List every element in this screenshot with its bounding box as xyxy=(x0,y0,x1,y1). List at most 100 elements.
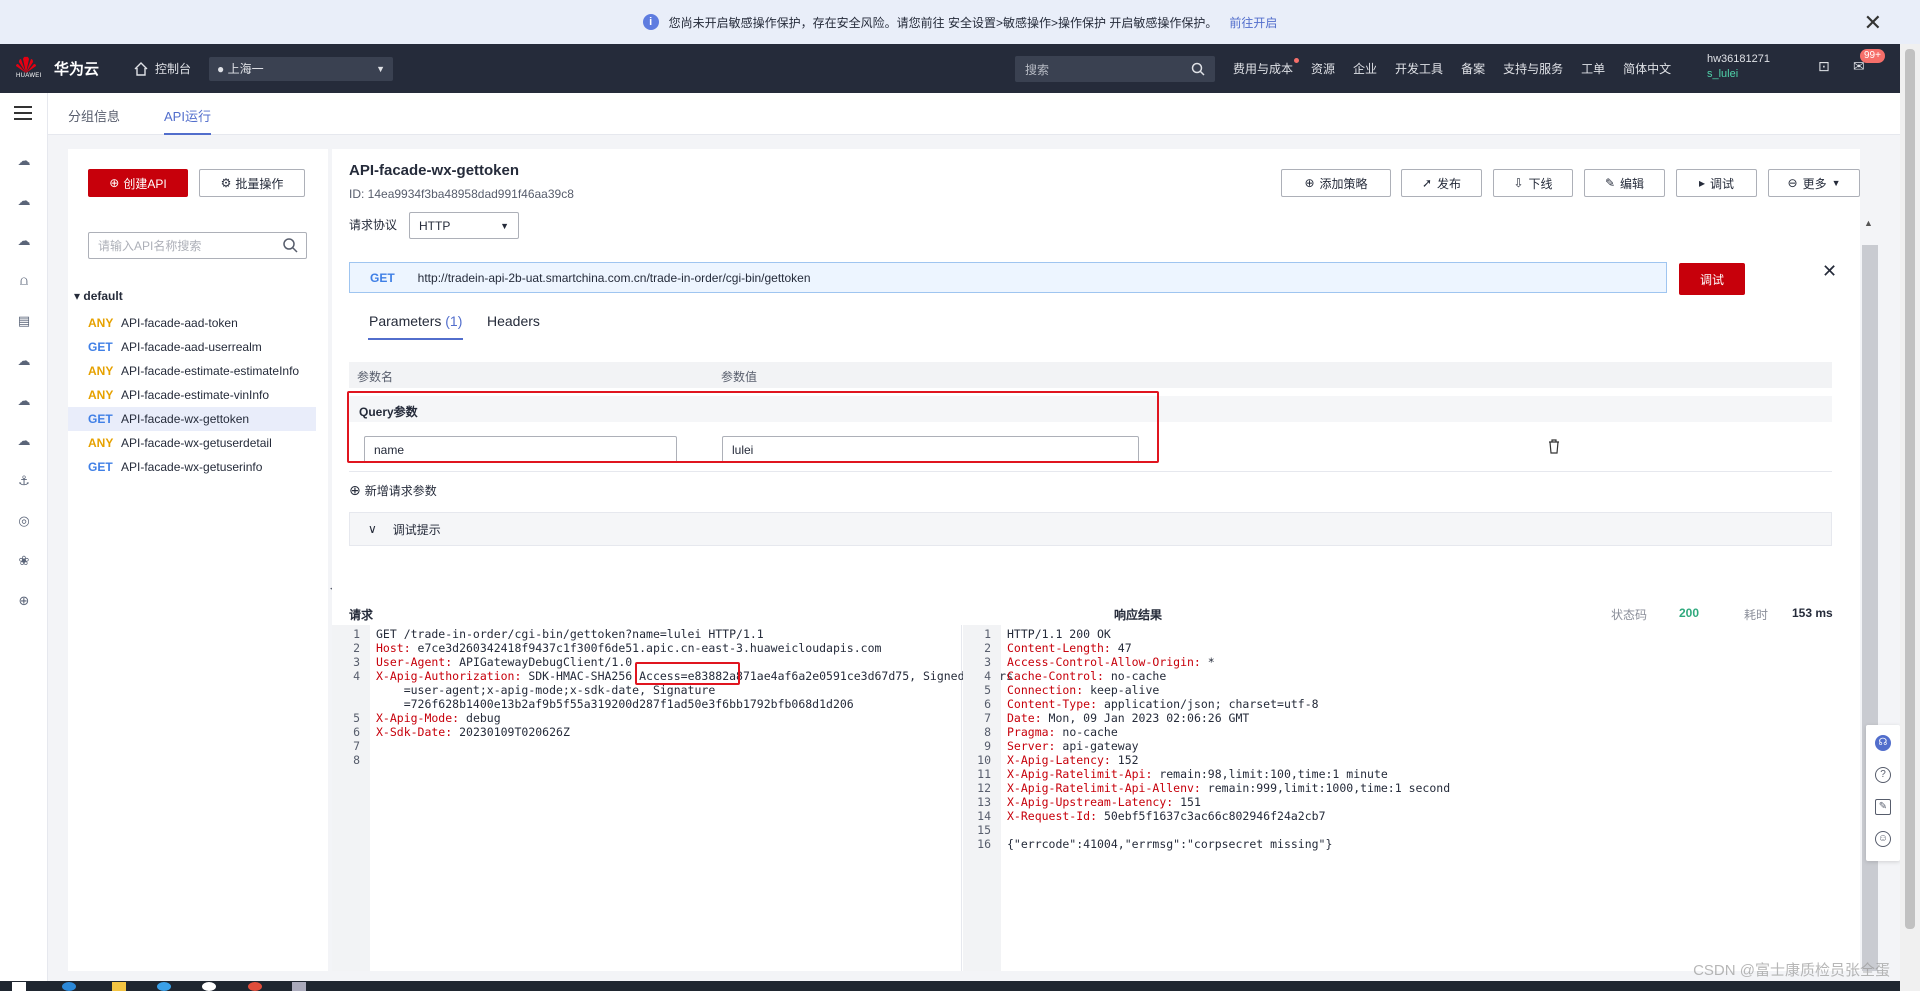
edit-button[interactable]: ✎ 编辑 xyxy=(1584,169,1665,197)
add-param-label: 新增请求参数 xyxy=(364,484,437,498)
user-name: hw36181271 xyxy=(1707,53,1771,65)
api-detail-panel: API-facade-wx-gettoken ID: 14ea9934f3ba4… xyxy=(332,149,1860,971)
huawei-logo[interactable]: HUAWEI xyxy=(12,55,41,83)
hamburger-menu-icon[interactable] xyxy=(14,106,32,120)
smiley-icon[interactable]: ☺ xyxy=(1875,831,1891,847)
cloud-service-icon[interactable]: ☁ xyxy=(15,192,33,210)
api-list-item[interactable]: GET API-facade-wx-getuserinfo xyxy=(68,455,316,479)
terminal-icon[interactable]: ⊡ xyxy=(1818,58,1830,75)
chrome-icon[interactable] xyxy=(248,982,262,991)
nav-link-devtools[interactable]: 开发工具 xyxy=(1395,60,1443,77)
nav-link-language[interactable]: 简体中文 xyxy=(1623,60,1671,77)
tab-headers[interactable]: Headers xyxy=(487,313,540,329)
line-number: 16 xyxy=(977,837,991,851)
app-icon[interactable] xyxy=(292,982,306,991)
globe-icon[interactable]: ⊕ xyxy=(15,592,33,610)
help-icon[interactable]: ? xyxy=(1875,767,1891,783)
tab-api-run[interactable]: API运行 xyxy=(164,106,211,135)
protocol-select[interactable]: HTTP ▼ xyxy=(409,212,519,239)
api-list-item[interactable]: ANY API-facade-aad-token xyxy=(68,311,316,335)
document-icon[interactable]: ▤ xyxy=(15,312,33,330)
nav-link-ticket[interactable]: 工单 xyxy=(1581,60,1605,77)
browser-scrollbar-thumb[interactable] xyxy=(1905,49,1915,929)
more-icon: ⊖ xyxy=(1787,176,1798,190)
api-list-item[interactable]: ANY API-facade-wx-getuserdetail xyxy=(68,431,316,455)
header-value: no-cache xyxy=(1103,669,1167,683)
batch-operation-button[interactable]: ⚙ 批量操作 xyxy=(199,169,305,197)
api-name: API-facade-wx-gettoken xyxy=(121,412,250,426)
header-value: remain:98,limit:100,time:1 minute xyxy=(1152,767,1388,781)
search-icon[interactable] xyxy=(1191,62,1205,76)
api-group-default[interactable]: ▾ default xyxy=(74,289,123,303)
customer-service-icon[interactable]: ☊ xyxy=(1875,735,1891,751)
play-icon: ▸ xyxy=(1698,176,1705,190)
header-key: User-Agent: xyxy=(376,655,453,669)
search-app-icon[interactable] xyxy=(157,982,171,991)
nav-link-filing[interactable]: 备案 xyxy=(1461,60,1485,77)
notice-enable-link[interactable]: 前往开启 xyxy=(1229,14,1277,31)
cloud-service-icon[interactable]: ☁ xyxy=(15,352,33,370)
debug-tips-panel[interactable]: ∨ 调试提示 xyxy=(349,512,1832,546)
create-api-button[interactable]: ⊕ 创建API xyxy=(88,169,188,197)
search-icon[interactable] xyxy=(282,237,298,253)
cloud-service-icon[interactable]: ☁ xyxy=(15,232,33,250)
console-link[interactable]: 控制台 xyxy=(133,60,191,77)
edge-icon[interactable] xyxy=(62,982,76,991)
app-icon[interactable] xyxy=(202,982,216,991)
api-list-item[interactable]: ANY API-facade-estimate-vinInfo xyxy=(68,383,316,407)
bridge-icon[interactable]: ⩍ xyxy=(15,272,33,290)
debug-button[interactable]: 调试 xyxy=(1679,263,1745,295)
cloud-service-icon[interactable]: ☁ xyxy=(15,432,33,450)
line-number: 1 xyxy=(353,627,360,641)
line-number: 12 xyxy=(977,781,991,795)
feedback-icon[interactable]: ✎ xyxy=(1875,799,1891,815)
add-param-link[interactable]: ⊕ 新增请求参数 xyxy=(349,482,437,499)
publish-button[interactable]: ➚ 发布 xyxy=(1401,169,1482,197)
api-search-input[interactable] xyxy=(88,232,307,259)
user-menu[interactable]: hw36181271 s_lulei xyxy=(1707,52,1770,82)
code-line: Host: e7ce3d260342418f9437c1f300f6de51.a… xyxy=(376,641,881,655)
browser-scrollbar[interactable] xyxy=(1900,44,1920,991)
scroll-up-icon[interactable]: ▲ xyxy=(1864,218,1873,228)
region-selector[interactable]: ● 上海一 ▼ xyxy=(209,56,394,81)
trash-icon[interactable] xyxy=(1547,439,1561,454)
request-url-bar[interactable]: GET http://tradein-api-2b-uat.smartchina… xyxy=(349,262,1667,293)
api-list-item[interactable]: GET API-facade-aad-userrealm xyxy=(68,335,316,359)
api-list-item[interactable]: GET API-facade-wx-gettoken xyxy=(68,407,316,431)
debug-action-button[interactable]: ▸ 调试 xyxy=(1676,169,1757,197)
nav-link-billing[interactable]: 费用与成本 xyxy=(1233,58,1300,77)
cloud-service-icon[interactable]: ☁ xyxy=(15,152,33,170)
scrollbar-thumb[interactable] xyxy=(1862,245,1878,971)
folder-icon[interactable] xyxy=(112,982,126,991)
header-key: X-Request-Id: xyxy=(1007,809,1098,823)
close-icon[interactable]: ✕ xyxy=(1864,10,1882,36)
nav-link-resources[interactable]: 资源 xyxy=(1311,60,1335,77)
more-button[interactable]: ⊖ 更多 ▼ xyxy=(1768,169,1860,197)
response-code-pane[interactable]: 1 HTTP/1.1 200 OK 2 Content-Length: 47 3 Acce… xyxy=(963,625,1860,971)
api-method-badge: ANY xyxy=(88,364,114,378)
home-icon xyxy=(134,61,148,76)
add-policy-button[interactable]: ⊕ 添加策略 xyxy=(1281,169,1391,197)
ship-icon[interactable]: ⚓ xyxy=(15,472,33,490)
cluster-icon[interactable]: ❀ xyxy=(15,552,33,570)
code-line: X-Apig-Ratelimit-Api: remain:98,limit:10… xyxy=(1007,767,1388,781)
api-list-item[interactable]: ANY API-facade-estimate-estimateInfo xyxy=(68,359,316,383)
nav-links: 费用与成本 资源 企业 开发工具 备案 支持与服务 工单 简体中文 xyxy=(1233,44,1671,93)
elapsed-value: 153 ms xyxy=(1792,606,1833,620)
offline-button[interactable]: ⇩ 下线 xyxy=(1493,169,1573,197)
global-search[interactable]: 搜索 xyxy=(1015,56,1215,82)
cloud-service-icon[interactable]: ☁ xyxy=(15,392,33,410)
page-tabs: 分组信息 API运行 xyxy=(48,93,1900,135)
circle-service-icon[interactable]: ◎ xyxy=(15,512,33,530)
header-key: Date: xyxy=(1007,711,1042,725)
tab-group-info[interactable]: 分组信息 xyxy=(68,106,120,125)
tab-parameters[interactable]: Parameters (1) xyxy=(367,313,464,340)
brand-name[interactable]: 华为云 xyxy=(54,58,99,79)
line-number: 5 xyxy=(353,711,360,725)
nav-link-enterprise[interactable]: 企业 xyxy=(1353,60,1377,77)
windows-start-icon[interactable] xyxy=(12,982,26,991)
gear-icon: ⚙ xyxy=(220,176,232,190)
nav-link-support[interactable]: 支持与服务 xyxy=(1503,60,1563,77)
header-key: X-Apig-Ratelimit-Api-Allenv: xyxy=(1007,781,1201,795)
close-icon[interactable]: ✕ xyxy=(1822,261,1837,282)
